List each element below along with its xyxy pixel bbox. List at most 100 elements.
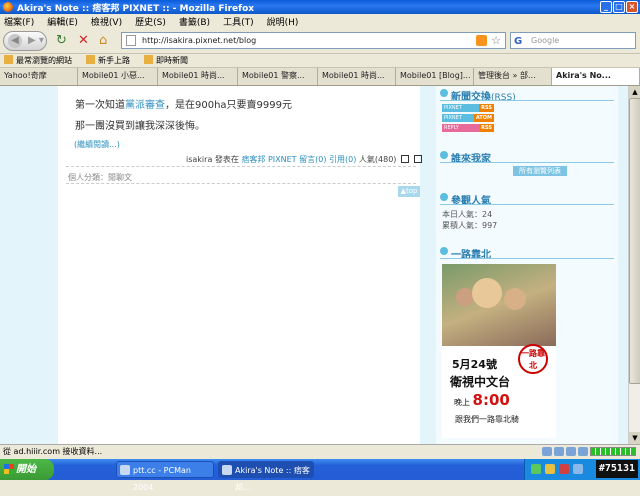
reload-icon[interactable]: ↻ [56,33,67,49]
promo-banner[interactable]: 5月24號 一路靠北 衛視中文台 晚上 8:00 跟我們一路靠北騎 [442,264,556,438]
window-controls: _ □ × [600,1,638,13]
bookmark-getting-started[interactable]: 新手上路 [86,55,130,66]
sidebar-divider [440,258,614,259]
reply-rss-button[interactable]: REPLY RSS [442,124,494,132]
taskbar-firefox[interactable]: Akira's Note :: 痞客邦... [218,461,314,492]
post-line-2: 那一團沒買到讓我深深後悔。 [75,121,205,132]
back-to-top-button[interactable]: ▲top [398,186,420,197]
post-line-1: 第一次知道黨派審查，是在900ha只要賣9999元 [75,96,292,111]
start-button[interactable]: 開始 [0,459,54,480]
post-author: isakira [186,155,213,164]
tray-volume-icon[interactable] [545,464,555,474]
promo-date: 5月24號 [452,358,497,371]
tray-app-icon[interactable] [573,464,583,474]
home-icon[interactable]: ⌂ [99,33,107,49]
promo-time-prefix: 晚上 [454,398,470,407]
addon-icon[interactable] [578,447,588,456]
total-visitors: 累積人氣：997 [442,221,498,230]
close-button[interactable]: × [626,1,638,13]
posted-in-label: 發表在 [214,155,239,164]
minimize-button[interactable]: _ [600,1,612,13]
menu-edit[interactable]: 編輯(E) [47,15,78,28]
bookmark-news[interactable]: 即時新聞 [144,55,188,66]
maximize-button[interactable]: □ [613,1,625,13]
pixnet-rss-button[interactable]: PIXNET RSS [442,104,494,112]
tab-yahoo[interactable]: Yahoo!奇摩 [0,68,78,85]
stop-icon[interactable]: ✕ [78,33,89,49]
promo-photo [442,264,556,346]
rss-button-tag: RSS [479,124,494,132]
tray-clock: #75131 [595,460,638,478]
tray-antivirus-icon[interactable] [559,464,569,474]
content-layer: 第一次知道黨派審查，是在900ha只要賣9999元 那一團沒買到讓我深深後悔。 … [0,86,628,444]
post-meta: isakira 發表在 痞客邦 PIXNET 留言(0) 引用(0) 人氣(48… [186,154,422,165]
windows-taskbar: 開始 ptt.cc - PCMan 2004 Akira's Note :: 痞… [0,459,640,492]
taskbar-pcman[interactable]: ptt.cc - PCMan 2004 [116,461,214,492]
tab-admin[interactable]: 管理後台 » 部... [474,68,552,85]
tray-network-icon[interactable] [531,464,541,474]
menu-tools[interactable]: 工具(T) [223,15,254,28]
firefox-icon [3,2,13,12]
tab-mobile01-blog[interactable]: Mobile01 [Blog]... [396,68,474,85]
search-input[interactable]: G Google [510,32,636,49]
tab-mobile01-2[interactable]: Mobile01 時尚... [158,68,238,85]
status-icons [542,447,636,456]
post-text: 第一次知道 [75,100,125,111]
back-forward-buttons[interactable]: ◀ ▶ ▾ [3,31,47,51]
all-visitors-button[interactable]: 所有瀏覽列表 [513,166,567,176]
url-bar[interactable]: http://isakira.pixnet.net/blog ☆ [121,32,506,49]
post-category[interactable]: 個人分類：閒聊文 [68,172,132,183]
addon-icon[interactable] [554,447,564,456]
google-search-icon[interactable]: G [514,34,522,49]
sidebar-rss-title-text: 新聞交換 [451,92,491,103]
tab-mobile01-1[interactable]: Mobile01 小惡... [78,68,158,85]
addon-icon[interactable] [542,447,552,456]
page-icon [126,35,136,46]
menu-history[interactable]: 歷史(S) [135,15,166,28]
delete-icon[interactable] [413,155,422,163]
system-tray: #75131 [524,459,640,480]
status-text: 從 ad.hiiir.com 接收資料... [3,447,103,456]
read-more-link[interactable]: (繼續閱讀...) [74,139,120,150]
loading-progress-bar [590,447,636,456]
tab-mobile01-4[interactable]: Mobile01 時尚... [318,68,396,85]
menu-help[interactable]: 說明(H) [267,15,299,28]
vertical-scrollbar[interactable]: ▲ ▼ [628,86,640,444]
window-title: Akira's Note :: 痞客邦 PIXNET :: - Mozilla … [17,3,255,14]
comments-link[interactable]: 留言(0) [299,155,326,164]
post-link[interactable]: 黨派審查 [125,100,165,111]
scroll-up-icon[interactable]: ▲ [629,86,640,98]
rss-button-label: REPLY [444,125,459,131]
edit-icon[interactable] [400,155,409,163]
divider [66,166,416,167]
addon-icon[interactable] [566,447,576,456]
rss-feed-icon[interactable] [476,35,487,46]
scroll-down-icon[interactable]: ▼ [629,432,640,444]
promo-logo: 一路靠北 [518,344,548,374]
tab-bar: Yahoo!奇摩 Mobile01 小惡... Mobile01 時尚... M… [0,68,640,86]
status-bar: 從 ad.hiiir.com 接收資料... [0,444,640,459]
rss-button-label: PIXNET [444,115,462,121]
tab-akira-note[interactable]: Akira's No... [552,68,640,85]
menu-file[interactable]: 檔案(F) [4,15,34,28]
bookmark-most-visited[interactable]: 最常瀏覽的網站 [4,55,72,66]
site-link[interactable]: 痞客邦 PIXNET [241,155,296,164]
sidebar-divider [440,162,614,163]
back-arrow-icon[interactable]: ◀ [8,34,22,48]
rss-button-label: PIXNET [444,105,462,111]
pixnet-atom-button[interactable]: PIXNET ATOM [442,114,494,122]
post-text: ，是在900ha只要賣9999元 [165,100,293,111]
url-text: http://isakira.pixnet.net/blog [142,36,257,45]
forward-arrow-icon[interactable]: ▶ ▾ [28,34,44,48]
window-titlebar: Akira's Note :: 痞客邦 PIXNET :: - Mozilla … [0,0,640,14]
sidebar-divider [440,100,614,101]
navigation-toolbar: ◀ ▶ ▾ ↻ ✕ ⌂ http://isakira.pixnet.net/bl… [0,28,640,54]
scroll-thumb[interactable] [629,98,640,384]
popularity-count: 人氣(480) [358,155,397,164]
tab-mobile01-3[interactable]: Mobile01 警察... [238,68,318,85]
menu-view[interactable]: 檢視(V) [91,15,122,28]
trackback-link[interactable]: 引用(0) [329,155,356,164]
bookmark-star-icon[interactable]: ☆ [491,33,501,48]
promo-time-value: 8:00 [472,391,510,409]
menu-bookmarks[interactable]: 書籤(B) [179,15,210,28]
